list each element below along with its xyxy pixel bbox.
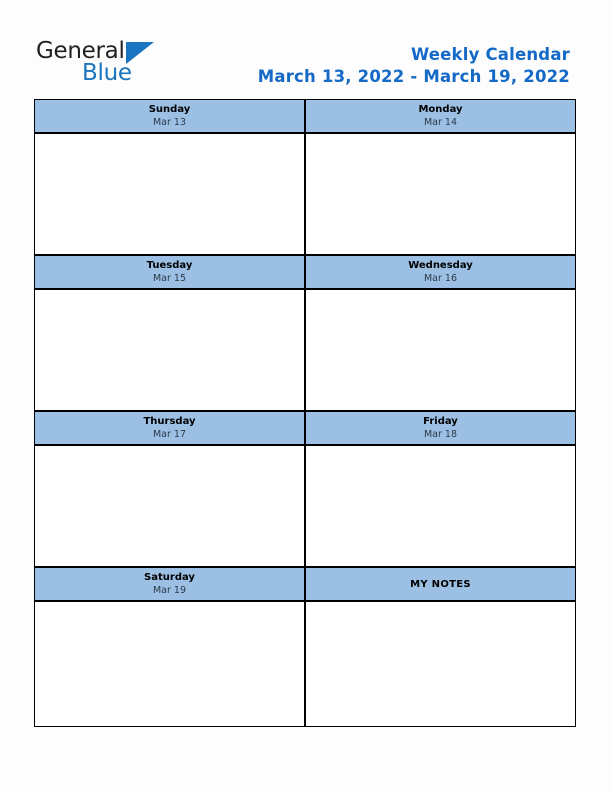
weekly-calendar-page: General Blue Weekly Calendar March 13, 2… — [0, 0, 612, 792]
day-cell-sunday[interactable] — [34, 133, 305, 255]
calendar-grid: Sunday Mar 13 Monday Mar 14 Tuesday Mar … — [34, 99, 576, 727]
day-header-row: Tuesday Mar 15 Wednesday Mar 16 — [34, 255, 576, 289]
day-header-saturday: Saturday Mar 19 — [34, 567, 305, 601]
notes-cell[interactable] — [305, 601, 576, 727]
calendar-week-row: Saturday Mar 19 MY NOTES — [34, 567, 576, 727]
logo-text-blue: Blue — [82, 60, 132, 86]
day-cell-friday[interactable] — [305, 445, 576, 567]
day-cell-saturday[interactable] — [34, 601, 305, 727]
day-cell-tuesday[interactable] — [34, 289, 305, 411]
day-name-label: Monday — [418, 104, 463, 115]
day-header-thursday: Thursday Mar 17 — [34, 411, 305, 445]
calendar-week-row: Thursday Mar 17 Friday Mar 18 — [34, 411, 576, 567]
day-header-tuesday: Tuesday Mar 15 — [34, 255, 305, 289]
day-header-monday: Monday Mar 14 — [305, 99, 576, 133]
day-date-label: Mar 14 — [423, 117, 458, 128]
day-cell-monday[interactable] — [305, 133, 576, 255]
calendar-week-row: Tuesday Mar 15 Wednesday Mar 16 — [34, 255, 576, 411]
day-name-label: Wednesday — [408, 260, 473, 271]
general-blue-logo: General Blue — [36, 38, 176, 90]
day-name-label: Sunday — [148, 104, 191, 115]
notes-header: MY NOTES — [305, 567, 576, 601]
day-body-row — [34, 445, 576, 567]
page-header: General Blue Weekly Calendar March 13, 2… — [0, 0, 612, 96]
day-date-label: Mar 16 — [423, 273, 458, 284]
page-title: Weekly Calendar March 13, 2022 - March 1… — [258, 44, 570, 88]
day-date-label: Mar 15 — [152, 273, 187, 284]
day-name-label: Tuesday — [146, 260, 193, 271]
day-body-row — [34, 133, 576, 255]
day-header-sunday: Sunday Mar 13 — [34, 99, 305, 133]
calendar-title: Weekly Calendar — [410, 45, 570, 64]
day-date-label: Mar 19 — [152, 585, 187, 596]
day-header-friday: Friday Mar 18 — [305, 411, 576, 445]
calendar-date-range: March 13, 2022 - March 19, 2022 — [257, 67, 570, 86]
day-date-label: Mar 18 — [423, 429, 458, 440]
day-cell-wednesday[interactable] — [305, 289, 576, 411]
day-name-label: Friday — [423, 416, 458, 427]
day-header-row: Sunday Mar 13 Monday Mar 14 — [34, 99, 576, 133]
day-header-row: Saturday Mar 19 MY NOTES — [34, 567, 576, 601]
day-body-row — [34, 601, 576, 727]
day-date-label: Mar 17 — [152, 429, 187, 440]
day-header-row: Thursday Mar 17 Friday Mar 18 — [34, 411, 576, 445]
day-name-label: Saturday — [144, 572, 195, 583]
calendar-week-row: Sunday Mar 13 Monday Mar 14 — [34, 99, 576, 255]
day-body-row — [34, 289, 576, 411]
day-date-label: Mar 13 — [152, 117, 187, 128]
day-name-label: Thursday — [143, 416, 196, 427]
notes-label: MY NOTES — [410, 578, 471, 590]
day-cell-thursday[interactable] — [34, 445, 305, 567]
day-header-wednesday: Wednesday Mar 16 — [305, 255, 576, 289]
